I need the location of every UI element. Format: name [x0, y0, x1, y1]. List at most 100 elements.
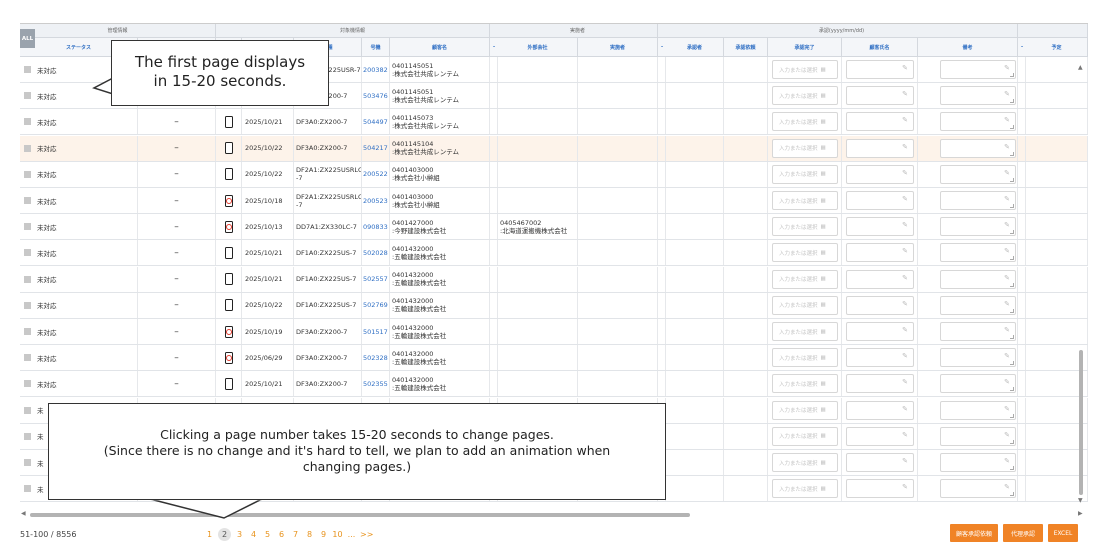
calendar-icon[interactable]: ▦: [821, 355, 826, 361]
row-checkbox[interactable]: [24, 249, 31, 257]
row-checkbox[interactable]: [24, 144, 31, 152]
remarks-textarea[interactable]: ✎: [940, 295, 1016, 315]
approval-date-input[interactable]: 入力または選択 ▦: [772, 479, 838, 499]
number-cell[interactable]: 502355: [362, 371, 390, 397]
calendar-icon[interactable]: ▦: [821, 93, 826, 99]
page-link-5[interactable]: 5: [262, 530, 273, 539]
customer-name-input[interactable]: ✎: [846, 112, 914, 132]
customer-name-input[interactable]: ✎: [846, 426, 914, 446]
select-all-button[interactable]: ALL: [20, 29, 35, 48]
remarks-textarea[interactable]: ✎: [940, 86, 1016, 106]
customer-name-input[interactable]: ✎: [846, 479, 914, 499]
resize-handle-icon[interactable]: [1010, 230, 1014, 235]
calendar-icon[interactable]: ▦: [821, 460, 826, 466]
calendar-icon[interactable]: ▦: [821, 276, 826, 282]
customer-name-input[interactable]: ✎: [846, 453, 914, 472]
machine-number-link[interactable]: 501517: [362, 328, 388, 336]
page-link-6[interactable]: 6: [276, 530, 287, 539]
remarks-textarea[interactable]: ✎: [940, 348, 1016, 368]
calendar-icon[interactable]: ▦: [821, 302, 826, 308]
page-link-7[interactable]: 7: [290, 530, 301, 539]
resize-handle-icon[interactable]: [1010, 73, 1014, 77]
col-header-plan[interactable]: 予定: [1026, 38, 1088, 56]
col-header-approver[interactable]: 承認者: [666, 38, 724, 56]
approval-date-input[interactable]: 入力または選択 ▦: [772, 348, 838, 368]
horizontal-scroll-thumb[interactable]: [30, 513, 690, 517]
table-row[interactable]: 未対応 – 2025/10/13 DD7A1:ZX330LC-7 090833 04014…: [20, 214, 1088, 241]
col-header-approval-status[interactable]: 承認依頼: [724, 38, 768, 56]
remarks-textarea[interactable]: ✎: [940, 191, 1016, 210]
number-cell[interactable]: 502769: [362, 292, 390, 318]
table-row[interactable]: 未対応 – 2025/10/19 DF3A0:ZX200-7 501517 0401432…: [20, 319, 1088, 345]
scroll-up-icon[interactable]: ▲: [1078, 64, 1083, 71]
remarks-textarea[interactable]: ✎: [940, 322, 1016, 341]
calendar-icon[interactable]: ▦: [821, 198, 826, 204]
calendar-icon[interactable]: ▦: [821, 486, 826, 492]
number-cell[interactable]: 504217: [362, 135, 390, 161]
machine-number-link[interactable]: 504497: [362, 118, 388, 126]
remarks-textarea[interactable]: ✎: [940, 112, 1016, 132]
customer-approval-request-button[interactable]: 顧客承認依頼: [950, 524, 998, 542]
approval-date-input[interactable]: 入力または選択 ▦: [772, 322, 838, 341]
approval-date-input[interactable]: 入力または選択 ▦: [772, 217, 838, 237]
col-collapse-2[interactable]: -: [658, 38, 666, 56]
page-link-9[interactable]: 9: [318, 530, 329, 539]
calendar-icon[interactable]: ▦: [821, 329, 826, 335]
page-link-10[interactable]: 10: [332, 530, 343, 539]
approval-date-input[interactable]: 入力または選択 ▦: [772, 60, 838, 79]
number-cell[interactable]: 200523: [362, 188, 390, 213]
row-checkbox[interactable]: [24, 301, 31, 309]
approval-date-input[interactable]: 入力または選択 ▦: [772, 453, 838, 472]
scroll-right-icon[interactable]: ▶: [1078, 510, 1083, 517]
approval-date-input[interactable]: 入力または選択 ▦: [772, 374, 838, 394]
customer-name-input[interactable]: ✎: [846, 269, 914, 289]
page-next-link[interactable]: >>: [360, 530, 373, 539]
approval-date-input[interactable]: 入力または選択 ▦: [772, 164, 838, 184]
row-checkbox[interactable]: [24, 118, 31, 126]
approval-date-input[interactable]: 入力または選択 ▦: [772, 86, 838, 106]
row-checkbox[interactable]: [24, 170, 31, 178]
table-row[interactable]: 未対応 – 2025/06/29 DF3A0:ZX200-7 502328 0401432…: [20, 345, 1088, 372]
page-link-8[interactable]: 8: [304, 530, 315, 539]
calendar-icon[interactable]: ▦: [821, 119, 826, 125]
remarks-textarea[interactable]: ✎: [940, 243, 1016, 263]
col-header-number[interactable]: 号機: [362, 38, 390, 56]
approval-date-input[interactable]: 入力または選択 ▦: [772, 426, 838, 446]
table-row[interactable]: 未対応 – 2025/10/22 DF3A0:ZX200-7 504217 0401145…: [20, 135, 1088, 162]
approval-date-input[interactable]: 入力または選択 ▦: [772, 191, 838, 210]
remarks-textarea[interactable]: ✎: [940, 453, 1016, 472]
table-row[interactable]: 未対応 – 2025/10/21 DF1A0:ZX225US-7 502557 04014…: [20, 266, 1088, 293]
row-checkbox[interactable]: [24, 485, 31, 493]
approval-date-input[interactable]: 入力または選択 ▦: [772, 269, 838, 289]
resize-handle-icon[interactable]: [1010, 361, 1014, 366]
row-checkbox[interactable]: [24, 406, 31, 414]
calendar-icon[interactable]: ▦: [821, 250, 826, 256]
resize-handle-icon[interactable]: [1010, 282, 1014, 287]
customer-name-input[interactable]: ✎: [846, 164, 914, 184]
resize-handle-icon[interactable]: [1010, 204, 1014, 208]
remarks-textarea[interactable]: ✎: [940, 138, 1016, 158]
calendar-icon[interactable]: ▦: [821, 433, 826, 439]
customer-name-input[interactable]: ✎: [846, 86, 914, 106]
resize-handle-icon[interactable]: [1010, 413, 1014, 418]
remarks-textarea[interactable]: ✎: [940, 426, 1016, 446]
vertical-scroll-thumb[interactable]: [1079, 350, 1083, 495]
table-row[interactable]: 未対応 – 2025/10/21 DF1A0:ZX225US-7 502028 04014…: [20, 240, 1088, 267]
customer-name-input[interactable]: ✎: [846, 295, 914, 315]
machine-number-link[interactable]: 090833: [362, 223, 388, 231]
row-checkbox[interactable]: [24, 354, 31, 362]
page-link-1[interactable]: 1: [204, 530, 215, 539]
table-row[interactable]: 未対応 – 2025/10/22 DF1A0:ZX225US-7 502769 04014…: [20, 292, 1088, 319]
approval-date-input[interactable]: 入力または選択 ▦: [772, 112, 838, 132]
resize-handle-icon[interactable]: [1010, 99, 1014, 104]
table-row[interactable]: 未対応 – 2025/10/18 DF2A1:ZX225USRLC -7 200523 0…: [20, 188, 1088, 214]
remarks-textarea[interactable]: ✎: [940, 400, 1016, 420]
col-header-customer-name[interactable]: 顧客氏名: [842, 38, 918, 56]
row-checkbox[interactable]: [24, 328, 31, 335]
remarks-textarea[interactable]: ✎: [940, 374, 1016, 394]
number-cell[interactable]: 502557: [362, 266, 390, 292]
row-checkbox[interactable]: [24, 197, 31, 204]
machine-number-link[interactable]: 502028: [362, 249, 388, 257]
resize-handle-icon[interactable]: [1010, 177, 1014, 182]
resize-handle-icon[interactable]: [1010, 466, 1014, 470]
